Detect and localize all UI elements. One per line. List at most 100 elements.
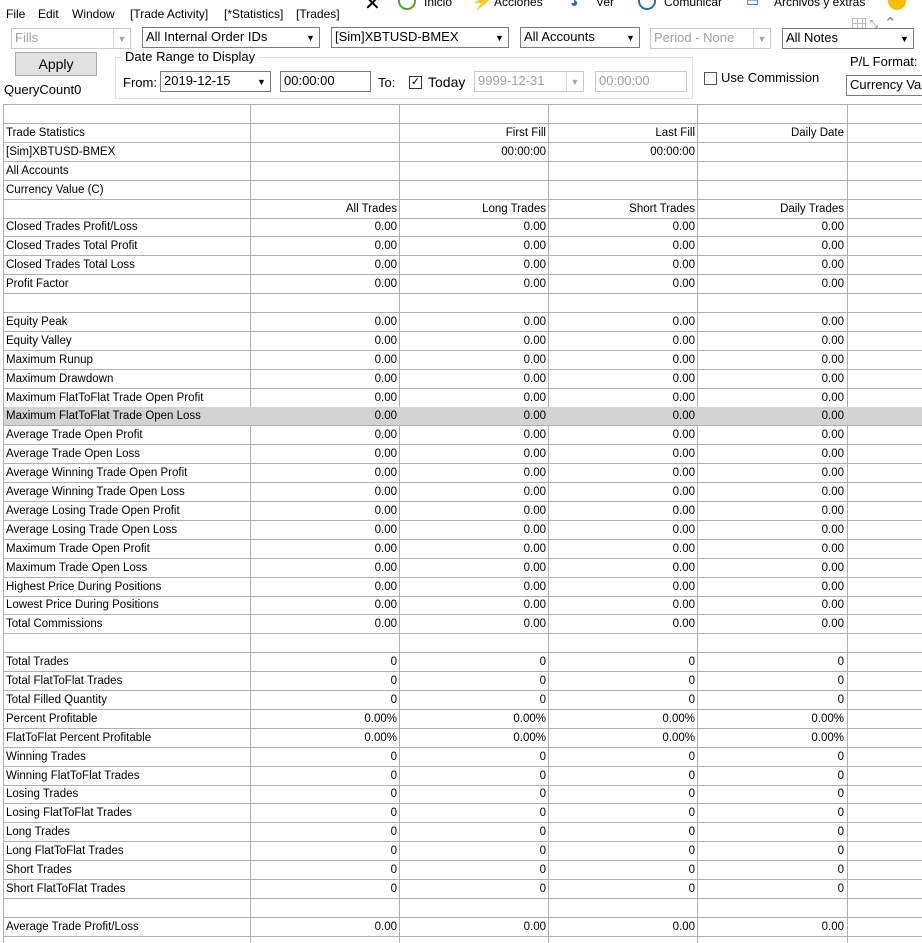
- table-row[interactable]: Currency Value (C): [4, 181, 922, 200]
- today-checkbox[interactable]: ✓: [409, 76, 422, 89]
- to-date-picker[interactable]: 9999-12-31 ▼: [474, 71, 584, 92]
- table-row[interactable]: Maximum Drawdown 0.00 0.00 0.00 0.00: [4, 370, 922, 389]
- table-row[interactable]: Equity Valley 0.00 0.00 0.00 0.00: [4, 332, 922, 351]
- fills-dropdown[interactable]: Fills ▼: [11, 28, 131, 49]
- table-row[interactable]: Maximum FlatToFlat Trade Open Profit 0.00…: [4, 389, 922, 408]
- table-row[interactable]: Short FlatToFlat Trades 0 0 0 0: [4, 880, 922, 899]
- table-row[interactable]: [4, 899, 922, 918]
- table-row[interactable]: Highest Price During Positions 0.00 0.00 0.…: [4, 578, 922, 597]
- value-cell: 0: [837, 750, 844, 763]
- value-cell: [251, 162, 397, 180]
- menu-statistics[interactable]: [*Statistics]: [224, 7, 283, 21]
- accounts-dropdown-value: All Accounts: [524, 29, 595, 44]
- table-row[interactable]: Average Losing Trade Open Profit 0.00 0.00…: [4, 502, 922, 521]
- row-label-cell: Average Trade Profit/Loss: [6, 920, 139, 933]
- chevron-down-icon: ▼: [495, 32, 504, 43]
- value-cell: 0: [837, 693, 844, 706]
- value-cell: 0.00: [374, 372, 397, 385]
- value-cell: 0: [688, 675, 695, 687]
- table-row[interactable]: Total Filled Quantity 0 0 0 0: [4, 691, 922, 710]
- table-row[interactable]: Percent Profitable 0.00% 0.00% 0.00% 0.00%: [4, 710, 922, 729]
- order-ids-dropdown[interactable]: All Internal Order IDs ▼: [142, 27, 320, 48]
- accounts-dropdown[interactable]: All Accounts ▼: [520, 27, 640, 48]
- value-cell: 0.00: [374, 580, 397, 593]
- symbol-dropdown[interactable]: [Sim]XBTUSD-BMEX ▼: [331, 27, 509, 48]
- table-row[interactable]: [4, 294, 922, 313]
- menu-edit[interactable]: Edit: [38, 7, 59, 21]
- value-cell: 0: [688, 788, 695, 801]
- from-time-input[interactable]: 00:00:00: [280, 71, 371, 92]
- table-row[interactable]: Average Trade Open Profit 0.00 0.00 0.00 0.0…: [4, 426, 922, 446]
- table-row[interactable]: Closed Trades Total Loss 0.00 0.00 0.00 0.00: [4, 256, 922, 276]
- table-row[interactable]: Average Losing Trade Open Loss 0.00 0.00 0.…: [4, 521, 922, 540]
- table-row[interactable]: Equity Peak 0.00 0.00 0.00 0.00: [4, 313, 922, 332]
- table-row[interactable]: Maximum FlatToFlat Trade Open Loss 0.00 0.…: [4, 407, 922, 427]
- table-row[interactable]: Average Winning Trade Open Profit 0.00 0.0…: [4, 464, 922, 484]
- table-row[interactable]: Maximum Trade Open Profit 0.00 0.00 0.00 0.0…: [4, 540, 922, 559]
- overlay-menu-inicio[interactable]: Inicio: [424, 0, 452, 9]
- table-row[interactable]: FlatToFlat Percent Profitable 0.00% 0.00% 0…: [4, 729, 922, 748]
- table-row[interactable]: Trade Statistics First Fill Last Fill Daily…: [4, 124, 922, 143]
- table-row[interactable]: Long FlatToFlat Trades 0 0 0 0: [4, 842, 922, 862]
- table-row[interactable]: Profit Factor 0.00 0.00 0.00 0.00: [4, 275, 922, 295]
- row-label-cell: Highest Price During Positions: [6, 580, 162, 593]
- value-cell: 0: [688, 826, 695, 839]
- order-ids-dropdown-value: All Internal Order IDs: [146, 29, 268, 44]
- table-row[interactable]: Losing Trades 0 0 0 0: [4, 785, 922, 805]
- table-row[interactable]: Maximum Runup 0.00 0.00 0.00 0.00: [4, 351, 922, 370]
- period-dropdown[interactable]: Period - None ▼: [650, 28, 771, 49]
- table-row[interactable]: [Sim]XBTUSD-BMEX 00:00:00 00:00:00: [4, 143, 922, 162]
- value-cell: 0.00: [821, 561, 844, 574]
- to-time-input[interactable]: 00:00:00: [595, 71, 687, 92]
- table-row[interactable]: Short Trades 0 0 0 0: [4, 861, 922, 880]
- menu-file[interactable]: File: [6, 7, 25, 21]
- table-row[interactable]: Closed Trades Profit/Loss 0.00 0.00 0.00 0.0…: [4, 218, 922, 238]
- value-cell: 0.00: [672, 467, 695, 480]
- row-label-cell: Total Trades: [6, 656, 69, 669]
- value-cell: 0.00: [374, 259, 397, 272]
- from-date-picker[interactable]: 2019-12-15 ▼: [160, 71, 271, 92]
- value-cell: 0: [837, 864, 844, 876]
- close-icon[interactable]: ✕: [364, 0, 381, 16]
- table-row[interactable]: All Trades Long Trades Short Trades Daily T…: [4, 200, 922, 219]
- apply-button[interactable]: Apply: [15, 52, 97, 76]
- menu-trades[interactable]: [Trades]: [296, 7, 340, 21]
- table-row[interactable]: All Accounts: [4, 162, 922, 181]
- table-row[interactable]: Total FlatToFlat Trades 0 0 0 0: [4, 672, 922, 691]
- overlay-menu-acciones[interactable]: Acciones: [494, 0, 543, 9]
- value-cell: 0.00: [523, 467, 546, 480]
- value-cell: 0.00: [374, 618, 397, 631]
- table-row[interactable]: Average Winning Trade Open Loss 0.00 0.00 0…: [4, 483, 922, 502]
- menu-window[interactable]: Window: [72, 7, 115, 21]
- table-row[interactable]: Winning FlatToFlat Trades 0 0 0 0: [4, 767, 922, 786]
- notes-dropdown[interactable]: All Notes ▼: [782, 28, 914, 49]
- table-row[interactable]: Average Trade Profit/Loss 0.00 0.00 0.00 0.0…: [4, 918, 922, 937]
- value-cell: 0.00: [672, 315, 695, 328]
- menu-trade-activity[interactable]: [Trade Activity]: [130, 7, 208, 21]
- chevron-down-icon: ▼: [257, 76, 266, 87]
- pl-format-dropdown[interactable]: Currency Value: [846, 75, 922, 96]
- use-commission-checkbox[interactable]: [704, 72, 717, 85]
- overlay-menu-ver[interactable]: Ver: [596, 0, 614, 9]
- value-cell: 0.00: [523, 599, 546, 612]
- table-row[interactable]: Closed Trades Total Profit 0.00 0.00 0.00 0.…: [4, 237, 922, 257]
- table-row[interactable]: Total Trades 0 0 0 0: [4, 653, 922, 673]
- row-label-cell: Short Trades: [6, 864, 72, 876]
- value-cell: 0.00: [821, 580, 844, 593]
- value-cell: 0.00: [672, 353, 695, 366]
- table-row[interactable]: Total Commissions 0.00 0.00 0.00 0.00: [4, 615, 922, 635]
- table-row[interactable]: Long Trades 0 0 0 0: [4, 823, 922, 843]
- overlay-menu-archivos[interactable]: Archivos y extras: [774, 0, 865, 9]
- period-dropdown-value: Period - None: [654, 30, 735, 45]
- table-row[interactable]: [4, 105, 922, 124]
- table-row[interactable]: Average Trade Open Loss 0.00 0.00 0.00 0.00: [4, 445, 922, 465]
- fills-dropdown-value: Fills: [15, 30, 39, 45]
- table-row[interactable]: [4, 634, 922, 654]
- table-row[interactable]: Losing FlatToFlat Trades 0 0 0 0: [4, 804, 922, 824]
- chevron-down-icon: ▼: [306, 32, 315, 43]
- overlay-menu-comunicar[interactable]: Comunicar: [664, 0, 722, 9]
- lightning-icon: ⚡: [472, 0, 492, 11]
- table-row[interactable]: Winning Trades 0 0 0 0: [4, 748, 922, 767]
- table-row[interactable]: Maximum Trade Open Loss 0.00 0.00 0.00 0.00: [4, 559, 922, 578]
- table-row[interactable]: Lowest Price During Positions 0.00 0.00 0.0…: [4, 596, 922, 616]
